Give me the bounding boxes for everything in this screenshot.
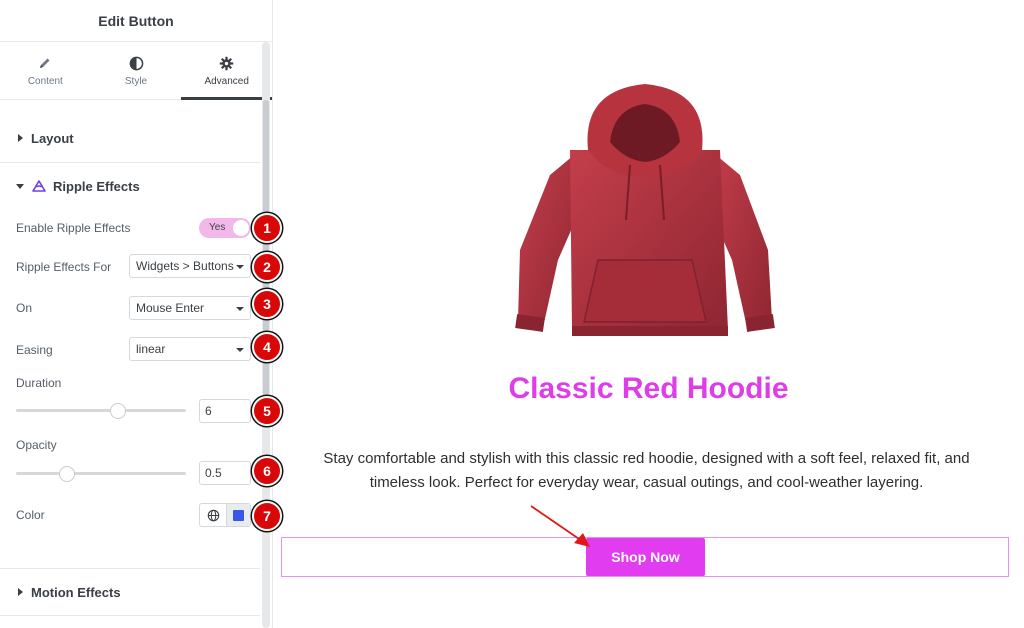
duration-slider-handle[interactable] <box>110 403 126 419</box>
section-ripple-effects[interactable]: Ripple Effects <box>0 176 260 196</box>
toggle-knob <box>233 220 249 236</box>
easing-select[interactable]: linear <box>129 337 251 361</box>
section-layout-label: Layout <box>31 130 74 146</box>
tab-advanced-label: Advanced <box>204 76 249 87</box>
easing-value: linear <box>136 342 166 356</box>
chevron-down-icon <box>236 265 244 269</box>
divider <box>0 162 260 163</box>
chevron-down-icon <box>236 307 244 311</box>
panel-tabs: Content Style Advanced <box>0 42 272 100</box>
pencil-icon <box>38 54 52 72</box>
divider <box>0 568 260 569</box>
product-description: Stay comfortable and stylish with this c… <box>323 450 970 491</box>
ripple-for-select[interactable]: Widgets > Buttons <box>129 254 251 278</box>
color-swatch-button[interactable] <box>227 504 250 526</box>
product-title: Classic Red Hoodie <box>508 372 789 405</box>
caret-down-icon <box>16 183 24 189</box>
opacity-label: Opacity <box>16 438 57 452</box>
tab-advanced[interactable]: Advanced <box>181 42 272 100</box>
annotation-arrow-icon <box>530 505 590 547</box>
section-layout[interactable]: Layout <box>0 128 260 148</box>
color-swatch <box>233 509 244 521</box>
easing-label: Easing <box>16 343 53 357</box>
divider <box>0 615 260 616</box>
tab-style-label: Style <box>124 76 148 87</box>
ripple-icon <box>32 180 46 192</box>
on-label: On <box>16 301 33 315</box>
opacity-input[interactable]: 0.5 <box>199 461 251 485</box>
enable-ripple-toggle[interactable]: Yes <box>199 218 251 238</box>
globe-icon[interactable] <box>200 504 227 526</box>
opacity-slider-handle[interactable] <box>58 466 75 482</box>
ripple-for-value: Widgets > Buttons <box>136 259 234 273</box>
panel-title: Edit Button <box>0 0 272 42</box>
shop-now-button[interactable]: Shop Now <box>586 538 705 576</box>
ripple-for-label: Ripple Effects For <box>16 260 112 274</box>
duration-label: Duration <box>16 376 62 390</box>
on-value: Mouse Enter <box>136 301 205 315</box>
opacity-value: 0.5 <box>205 466 222 480</box>
gear-icon <box>219 54 234 72</box>
section-motion-label: Motion Effects <box>31 584 121 600</box>
chevron-down-icon <box>236 348 244 352</box>
tab-content[interactable]: Content <box>0 42 91 99</box>
tab-content-label: Content <box>27 76 63 87</box>
caret-right-icon <box>18 134 23 142</box>
hoodie-image <box>515 84 775 336</box>
tab-style[interactable]: Style <box>91 42 182 99</box>
half-circle-icon <box>129 54 144 72</box>
duration-value: 6 <box>205 404 212 418</box>
color-label: Color <box>16 508 45 522</box>
color-control <box>199 503 251 527</box>
section-motion-effects[interactable]: Motion Effects <box>0 582 260 602</box>
duration-slider-track[interactable] <box>16 409 186 412</box>
caret-right-icon <box>18 588 23 596</box>
toggle-yes-text: Yes <box>209 222 226 233</box>
on-select[interactable]: Mouse Enter <box>129 296 251 320</box>
section-ripple-label: Ripple Effects <box>53 178 140 194</box>
enable-ripple-label: Enable Ripple Effects <box>16 221 131 235</box>
opacity-slider-track[interactable] <box>16 472 186 475</box>
duration-input[interactable]: 6 <box>199 399 251 423</box>
